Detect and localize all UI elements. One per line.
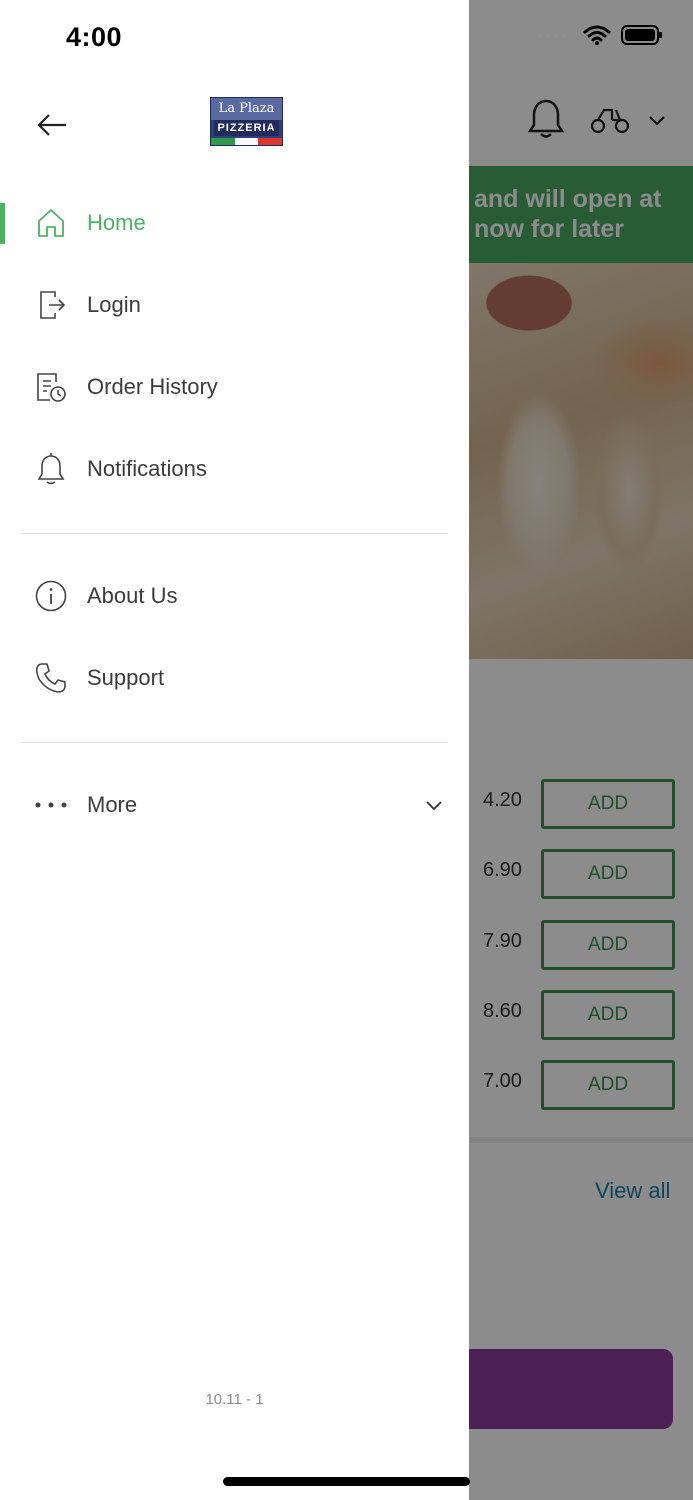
menu-item-more[interactable]: More (0, 774, 469, 836)
app-version: 10.11 - 1 (205, 1391, 264, 1408)
menu-item-about-us[interactable]: About Us (0, 565, 469, 627)
logo-line-1: La Plaza (211, 98, 282, 120)
logo-line-2: PIZZERIA (214, 120, 279, 136)
battery-icon (621, 25, 662, 45)
order-history-icon (34, 370, 68, 404)
menu-item-label: Order History (87, 374, 218, 399)
menu-item-label: Login (87, 292, 141, 317)
home-indicator (223, 1477, 470, 1486)
home-icon (34, 206, 68, 240)
arrow-left-icon (37, 114, 66, 136)
navigation-drawer: La Plaza PIZZERIA Home Login Order Histo… (0, 0, 469, 1500)
restaurant-logo: La Plaza PIZZERIA (210, 97, 283, 146)
menu-item-label: Notifications (87, 456, 207, 481)
back-button[interactable] (30, 105, 74, 145)
bell-icon (34, 452, 68, 486)
menu-item-label: More (87, 792, 138, 817)
status-time: 4:00 (66, 22, 123, 52)
menu-item-label: About Us (87, 583, 178, 608)
chevron-down-icon[interactable] (424, 795, 444, 815)
login-icon (34, 288, 68, 322)
wifi-icon (583, 25, 611, 45)
menu-divider (20, 742, 448, 743)
phone-icon (34, 661, 68, 695)
menu-item-support[interactable]: Support (0, 647, 469, 709)
menu-item-login[interactable]: Login (0, 274, 469, 336)
info-icon (34, 579, 68, 613)
more-dots-icon (34, 788, 68, 822)
logo-flag-stripe (211, 138, 283, 145)
menu-item-notifications[interactable]: Notifications (0, 438, 469, 500)
signal-icon (538, 32, 567, 38)
menu-item-home[interactable]: Home (0, 192, 469, 254)
menu-item-label: Home (87, 210, 146, 235)
status-icons (538, 24, 663, 46)
menu-item-order-history[interactable]: Order History (0, 356, 469, 418)
menu-divider (20, 533, 448, 534)
menu-item-label: Support (87, 665, 165, 690)
